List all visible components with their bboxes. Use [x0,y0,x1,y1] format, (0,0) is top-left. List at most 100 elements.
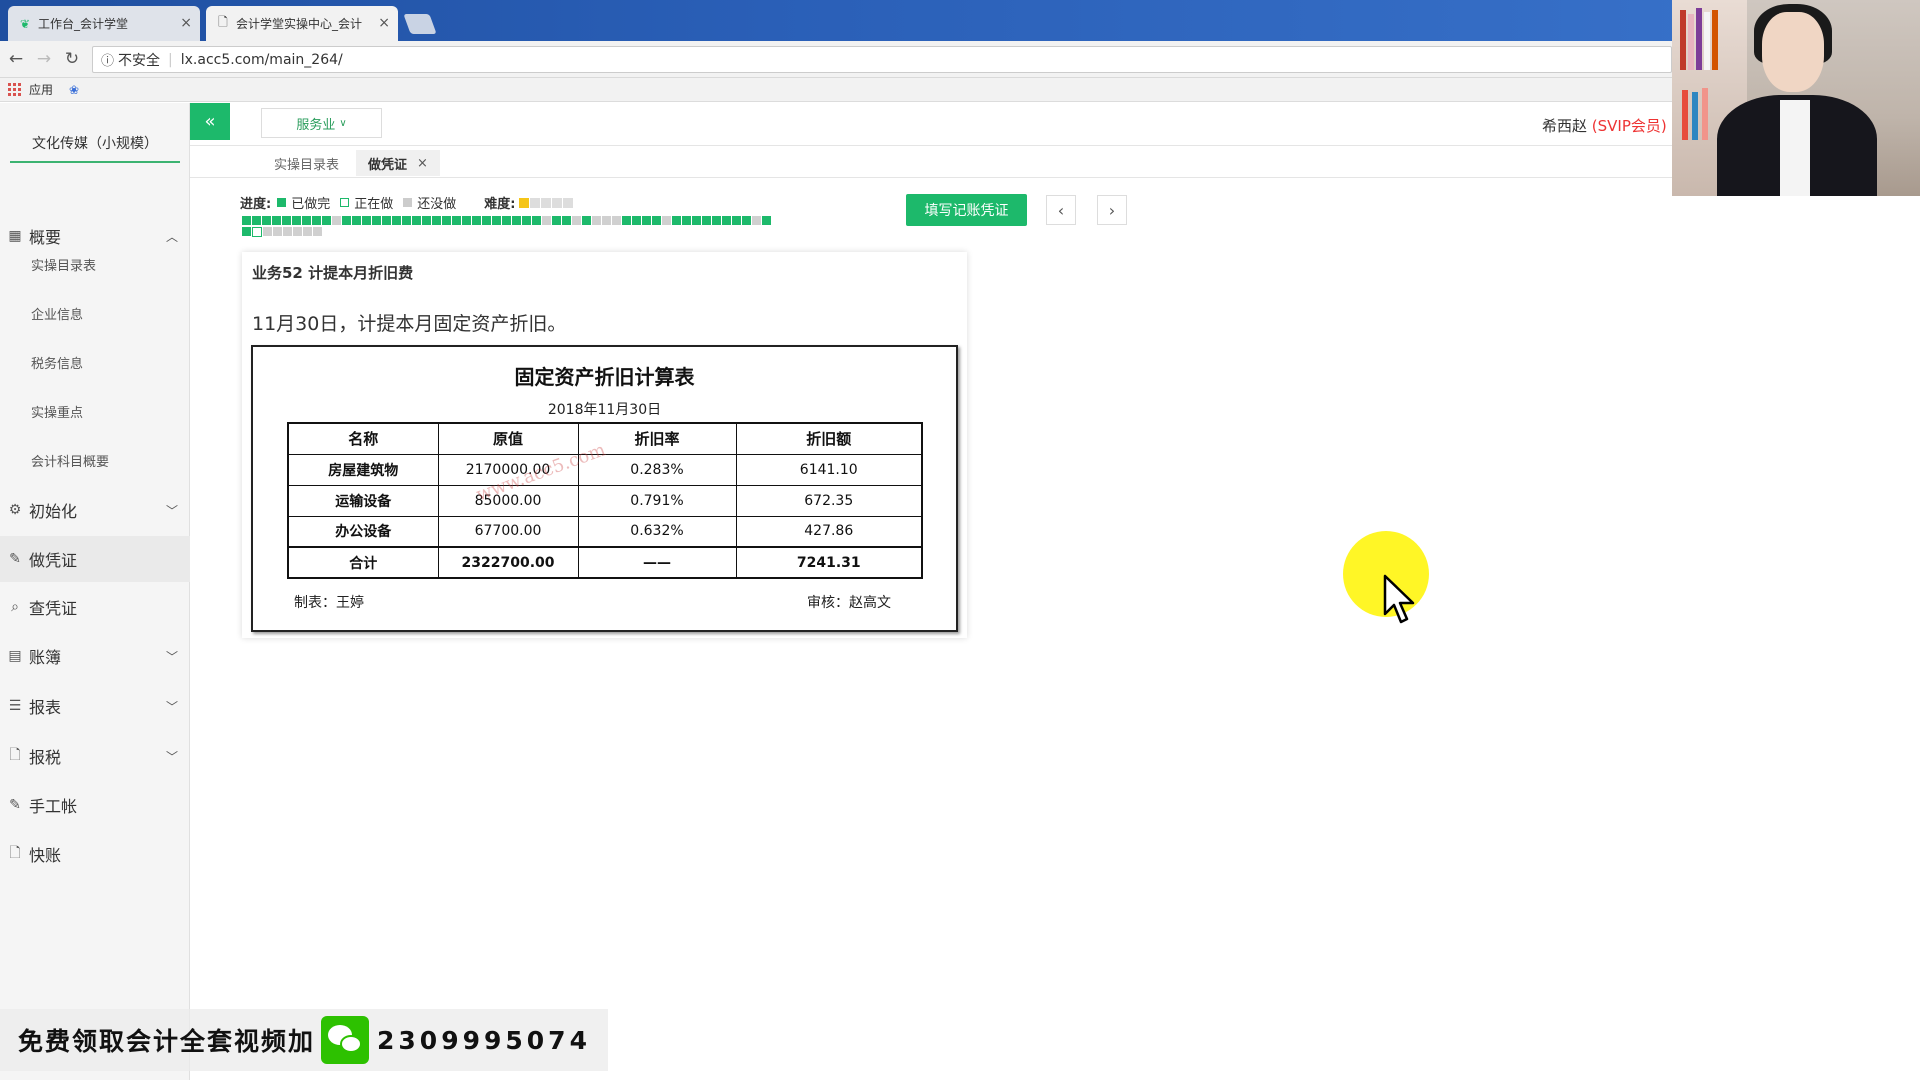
sidebar-item-tax[interactable]: 🗋 报税 ﹀ [0,733,190,779]
progress-cell[interactable] [273,227,282,236]
progress-cell[interactable] [532,216,541,225]
progress-cell[interactable] [392,216,401,225]
progress-cell[interactable] [522,216,531,225]
done-label: 已做完 [291,197,331,212]
progress-cell[interactable] [622,216,631,225]
forward-icon[interactable]: → [34,49,54,69]
sidebar-subitem-catalog[interactable]: 实操目录表 [31,255,96,274]
browser-tab-practice[interactable]: 🗋 会计学堂实操中心_会计 × [206,6,398,41]
progress-cell[interactable] [702,216,711,225]
industry-dropdown[interactable]: 服务业 ∨ [261,108,382,138]
progress-cell[interactable] [282,216,291,225]
progress-cell[interactable] [542,216,551,225]
close-icon[interactable]: × [378,15,390,31]
progress-cell[interactable] [293,227,302,236]
progress-cell[interactable] [762,216,771,225]
close-icon[interactable]: × [417,156,428,171]
browser-tab-workbench[interactable]: ❦ 工作台_会计学堂 × [8,6,200,41]
sidebar-item-overview[interactable]: ▦ 概要 ︿ [0,213,190,259]
url-input[interactable]: ⓘ 不安全 | lx.acc5.com/main_264/ [92,46,1672,73]
book-icon: ▤ [8,648,22,664]
back-icon[interactable]: ← [6,49,26,69]
progress-cell[interactable] [632,216,641,225]
collapse-sidebar-button[interactable]: « [190,103,230,140]
next-button[interactable]: › [1097,195,1127,225]
progress-cell[interactable] [562,216,571,225]
progress-cell[interactable] [442,216,451,225]
progress-cell[interactable] [242,227,251,236]
progress-cell[interactable] [582,216,591,225]
progress-cell[interactable] [352,216,361,225]
progress-cell[interactable] [372,216,381,225]
progress-cell[interactable] [472,216,481,225]
reload-icon[interactable]: ↻ [62,49,82,69]
progress-cell[interactable] [402,216,411,225]
progress-cell[interactable] [263,227,272,236]
progress-cell[interactable] [572,216,581,225]
sidebar-item-query-voucher[interactable]: ⌕ 查凭证 [0,584,190,630]
progress-cell[interactable] [412,216,421,225]
progress-cell[interactable] [272,216,281,225]
progress-cell[interactable] [292,216,301,225]
progress-cell[interactable] [712,216,721,225]
progress-cell[interactable] [662,216,671,225]
progress-cell[interactable] [242,216,251,225]
new-tab-button[interactable] [403,14,437,34]
close-icon[interactable]: × [180,15,192,31]
sidebar-subitem-accounts-summary[interactable]: 会计科目概要 [31,451,109,470]
info-icon[interactable]: ⓘ [101,50,114,69]
sidebar-subitem-company-info[interactable]: 企业信息 [31,304,83,323]
progress-cell[interactable] [722,216,731,225]
progress-cell[interactable] [452,216,461,225]
prev-button[interactable]: ‹ [1046,195,1076,225]
progress-cell[interactable] [362,216,371,225]
progress-cell[interactable] [303,227,312,236]
sidebar-item-manual[interactable]: ✎ 手工帐 [0,782,190,828]
progress-cell[interactable] [512,216,521,225]
tab-make-voucher[interactable]: 做凭证 × [356,150,440,176]
tab-catalog[interactable]: 实操目录表 [262,150,351,176]
user-info[interactable]: 希西赵 (SVIP会员) [1542,115,1667,136]
progress-cell[interactable] [652,216,661,225]
fill-voucher-button[interactable]: 填写记账凭证 [906,194,1027,226]
sidebar-item-ledger[interactable]: ▤ 账簿 ﹀ [0,633,190,679]
progress-cell[interactable] [612,216,621,225]
gear-icon: ⚙ [8,502,22,518]
progress-cell[interactable] [252,227,262,237]
apps-bookmark[interactable]: 应用 [8,81,53,98]
progress-cell[interactable] [302,216,311,225]
paw-icon[interactable]: ❀ [69,83,79,97]
progress-cell[interactable] [732,216,741,225]
progress-cell[interactable] [332,216,341,225]
progress-cell[interactable] [602,216,611,225]
progress-cell[interactable] [482,216,491,225]
progress-cell[interactable] [322,216,331,225]
progress-cell[interactable] [752,216,761,225]
progress-cell[interactable] [682,216,691,225]
progress-cell[interactable] [312,216,321,225]
progress-cell[interactable] [342,216,351,225]
sidebar-item-reports[interactable]: ☰ 报表 ﹀ [0,683,190,729]
sidebar-item-init[interactable]: ⚙ 初始化 ﹀ [0,487,190,533]
progress-cell[interactable] [592,216,601,225]
sidebar-item-quick[interactable]: 🗋 快账 [0,831,190,877]
progress-cell[interactable] [672,216,681,225]
progress-cell[interactable] [742,216,751,225]
progress-cell[interactable] [382,216,391,225]
progress-cell[interactable] [692,216,701,225]
progress-cell[interactable] [502,216,511,225]
progress-cell[interactable] [642,216,651,225]
sidebar-subitem-tax-info[interactable]: 税务信息 [31,353,83,372]
sidebar-subitem-key-points[interactable]: 实操重点 [31,402,83,421]
progress-cell[interactable] [283,227,292,236]
progress-cell[interactable] [422,216,431,225]
sidebar-item-make-voucher[interactable]: ✎ 做凭证 [0,536,190,582]
progress-cell[interactable] [462,216,471,225]
progress-cell[interactable] [552,216,561,225]
browser-tab-title: 会计学堂实操中心_会计 [236,17,363,31]
progress-cell[interactable] [432,216,441,225]
progress-cell[interactable] [492,216,501,225]
progress-cell[interactable] [313,227,322,236]
progress-cell[interactable] [252,216,261,225]
progress-cell[interactable] [262,216,271,225]
